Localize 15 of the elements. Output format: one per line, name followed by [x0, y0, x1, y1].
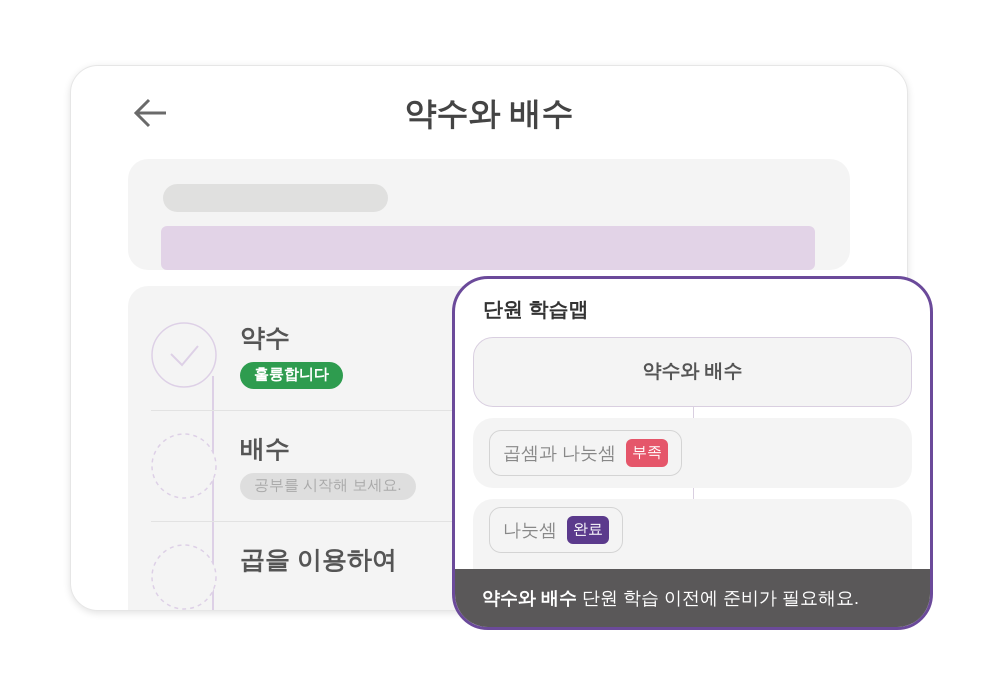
- status-badge: 부족: [626, 439, 668, 467]
- topic-chip[interactable]: 곱셈과 나눗셈 부족: [489, 430, 682, 476]
- status-badge: 완료: [567, 516, 609, 544]
- root-node[interactable]: 약수와 배수: [473, 337, 912, 407]
- notice-text: 약수와 배수 단원 학습 이전에 준비가 필요해요.: [482, 586, 860, 610]
- lesson-title: 배수: [240, 434, 290, 465]
- status-badge: 훌륭합니다: [240, 362, 343, 389]
- lesson-title: 곱을 이용하여: [240, 545, 397, 576]
- topic-label: 곱셈과 나눗셈: [503, 442, 616, 464]
- back-arrow-icon[interactable]: [133, 98, 167, 128]
- study-map-title: 단원 학습맵: [483, 298, 590, 323]
- topic-chip[interactable]: 나눗셈 완료: [489, 507, 623, 553]
- topic-label: 나눗셈: [503, 518, 557, 542]
- page-title: 약수와 배수: [404, 94, 574, 132]
- lesson-title: 약수: [240, 323, 290, 354]
